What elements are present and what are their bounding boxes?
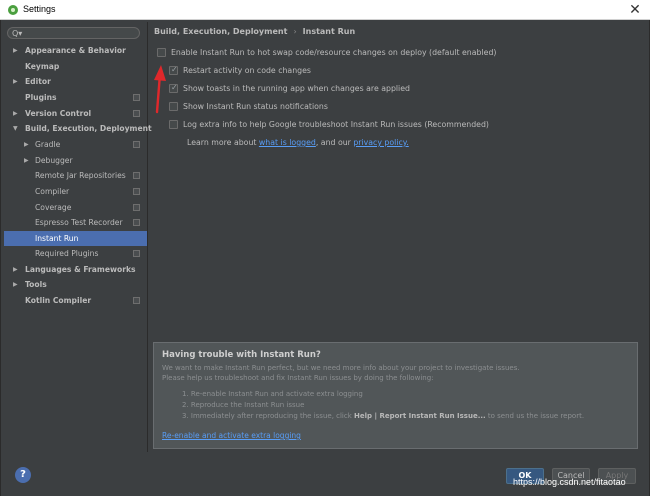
sidebar-item-label: Debugger bbox=[35, 156, 73, 165]
learn-more-middle: , and our bbox=[315, 138, 354, 147]
help-step-text: 3. Immediately after reproducing the iss… bbox=[182, 412, 355, 420]
sidebar-item-appearance-behavior[interactable]: ▶ Appearance & Behavior bbox=[4, 43, 147, 58]
instant-run-help-panel: Having trouble with Instant Run? We want… bbox=[153, 342, 638, 449]
sidebar-item-coverage[interactable]: Coverage bbox=[4, 200, 147, 215]
help-panel-step: 2. Reproduce the Instant Run issue bbox=[182, 401, 305, 409]
breadcrumb-separator: › bbox=[293, 27, 297, 36]
help-step-text: to send us the issue report. bbox=[485, 412, 585, 420]
sidebar-item-debugger[interactable]: ▶ Debugger bbox=[4, 153, 147, 168]
sidebar-item-label: Tools bbox=[25, 280, 47, 289]
project-level-icon bbox=[133, 219, 140, 226]
project-level-icon bbox=[133, 250, 140, 257]
learn-more-text: Learn more about what is logged, and our… bbox=[187, 138, 409, 147]
sidebar-item-label: Languages & Frameworks bbox=[25, 265, 136, 274]
chevron-right-icon: ▶ bbox=[13, 47, 18, 54]
sidebar-item-version-control[interactable]: ▶ Version Control bbox=[4, 106, 147, 121]
help-panel-title: Having trouble with Instant Run? bbox=[162, 350, 321, 360]
sidebar-item-compiler[interactable]: Compiler bbox=[4, 184, 147, 199]
window-title: Settings bbox=[23, 4, 56, 14]
help-step-menu-path: Help | Report Instant Run Issue... bbox=[354, 412, 486, 420]
android-studio-icon bbox=[8, 5, 18, 15]
sidebar-item-editor[interactable]: ▶ Editor bbox=[4, 74, 147, 89]
sidebar-item-build-execution-deployment[interactable]: ▼ Build, Execution, Deployment bbox=[4, 121, 152, 136]
sidebar-item-label: Build, Execution, Deployment bbox=[25, 124, 152, 133]
chevron-right-icon: ▶ bbox=[13, 78, 18, 85]
breadcrumb-page: Instant Run bbox=[302, 27, 356, 36]
breadcrumb: Build, Execution, Deployment › Instant Run bbox=[154, 27, 355, 36]
sidebar-item-kotlin-compiler[interactable]: Kotlin Compiler bbox=[4, 293, 147, 308]
project-level-icon bbox=[133, 110, 140, 117]
help-icon[interactable]: ? bbox=[15, 467, 31, 483]
window-titlebar: Settings ✕ bbox=[0, 0, 650, 20]
dialog-footer: ? OK Cancel Apply https://blog.csdn.net/… bbox=[0, 452, 650, 496]
project-level-icon bbox=[133, 204, 140, 211]
sidebar-item-label: Version Control bbox=[25, 109, 92, 118]
sidebar-item-label: Espresso Test Recorder bbox=[35, 218, 123, 227]
chevron-right-icon: ▶ bbox=[24, 141, 29, 148]
sidebar-item-label: Plugins bbox=[25, 93, 57, 102]
restart-activity-checkbox[interactable] bbox=[169, 65, 178, 75]
show-toasts-checkbox[interactable] bbox=[169, 83, 178, 93]
privacy-policy-link[interactable]: privacy policy. bbox=[353, 138, 408, 147]
sidebar-item-instant-run[interactable]: Instant Run bbox=[4, 231, 147, 246]
log-extra-info-checkbox[interactable] bbox=[169, 120, 178, 129]
project-level-icon bbox=[133, 141, 140, 148]
sidebar-item-label: Keymap bbox=[25, 62, 60, 71]
reenable-extra-logging-link[interactable]: Re-enable and activate extra logging bbox=[162, 431, 301, 440]
sidebar-item-espresso-test-recorder[interactable]: Espresso Test Recorder bbox=[4, 215, 147, 230]
project-level-icon bbox=[133, 172, 140, 179]
help-panel-step: 3. Immediately after reproducing the iss… bbox=[182, 412, 584, 420]
restart-activity-label: Restart activity on code changes bbox=[183, 66, 311, 75]
help-panel-step: 1. Re-enable Instant Run and activate ex… bbox=[182, 390, 363, 398]
project-level-icon bbox=[133, 297, 140, 304]
log-extra-info-label: Log extra info to help Google troublesho… bbox=[183, 120, 489, 129]
what-is-logged-link[interactable]: what is logged bbox=[259, 138, 316, 147]
sidebar-item-label: Kotlin Compiler bbox=[25, 296, 92, 305]
sidebar-item-keymap[interactable]: Keymap bbox=[4, 59, 147, 74]
enable-instant-run-checkbox[interactable] bbox=[157, 48, 166, 57]
chevron-right-icon: ▶ bbox=[13, 110, 18, 117]
chevron-right-icon: ▶ bbox=[13, 266, 18, 273]
chevron-down-icon: ▼ bbox=[13, 125, 18, 132]
watermark-text: https://blog.csdn.net/fitaotao bbox=[513, 477, 626, 487]
sidebar-item-label: Appearance & Behavior bbox=[25, 46, 126, 55]
sidebar-item-label: Gradle bbox=[35, 140, 61, 149]
sidebar-item-label: Coverage bbox=[35, 203, 72, 212]
sidebar-item-plugins[interactable]: Plugins bbox=[4, 90, 147, 105]
red-arrow-annotation bbox=[154, 65, 166, 114]
sidebar-item-required-plugins[interactable]: Required Plugins bbox=[4, 246, 147, 261]
show-toasts-label: Show toasts in the running app when chan… bbox=[183, 84, 410, 93]
sidebar-item-remote-jar-repositories[interactable]: Remote Jar Repositories bbox=[4, 168, 147, 183]
help-panel-line: We want to make Instant Run perfect, but… bbox=[162, 364, 520, 372]
sidebar-item-gradle[interactable]: ▶ Gradle bbox=[4, 137, 147, 152]
sidebar-item-label: Compiler bbox=[35, 187, 70, 196]
sidebar-item-tools[interactable]: ▶ Tools bbox=[4, 277, 147, 292]
status-notifications-label: Show Instant Run status notifications bbox=[183, 102, 328, 111]
sidebar-item-label: Required Plugins bbox=[35, 249, 99, 258]
status-notifications-checkbox[interactable] bbox=[169, 102, 178, 111]
search-input[interactable]: Q▾ bbox=[7, 27, 140, 39]
learn-more-prefix: Learn more about bbox=[187, 138, 259, 147]
chevron-right-icon: ▶ bbox=[24, 157, 29, 164]
breadcrumb-section[interactable]: Build, Execution, Deployment bbox=[154, 27, 287, 36]
search-icon: Q▾ bbox=[12, 29, 23, 38]
close-icon[interactable]: ✕ bbox=[626, 1, 644, 19]
project-level-icon bbox=[133, 94, 140, 101]
sidebar-item-label: Remote Jar Repositories bbox=[35, 171, 126, 180]
project-level-icon bbox=[133, 188, 140, 195]
chevron-right-icon: ▶ bbox=[13, 281, 18, 288]
help-panel-line: Please help us troubleshoot and fix Inst… bbox=[162, 374, 434, 382]
sidebar-item-label: Instant Run bbox=[35, 234, 79, 243]
enable-instant-run-label: Enable Instant Run to hot swap code/reso… bbox=[171, 48, 497, 57]
sidebar-item-languages-frameworks[interactable]: ▶ Languages & Frameworks bbox=[4, 262, 147, 277]
sidebar-item-label: Editor bbox=[25, 77, 51, 86]
